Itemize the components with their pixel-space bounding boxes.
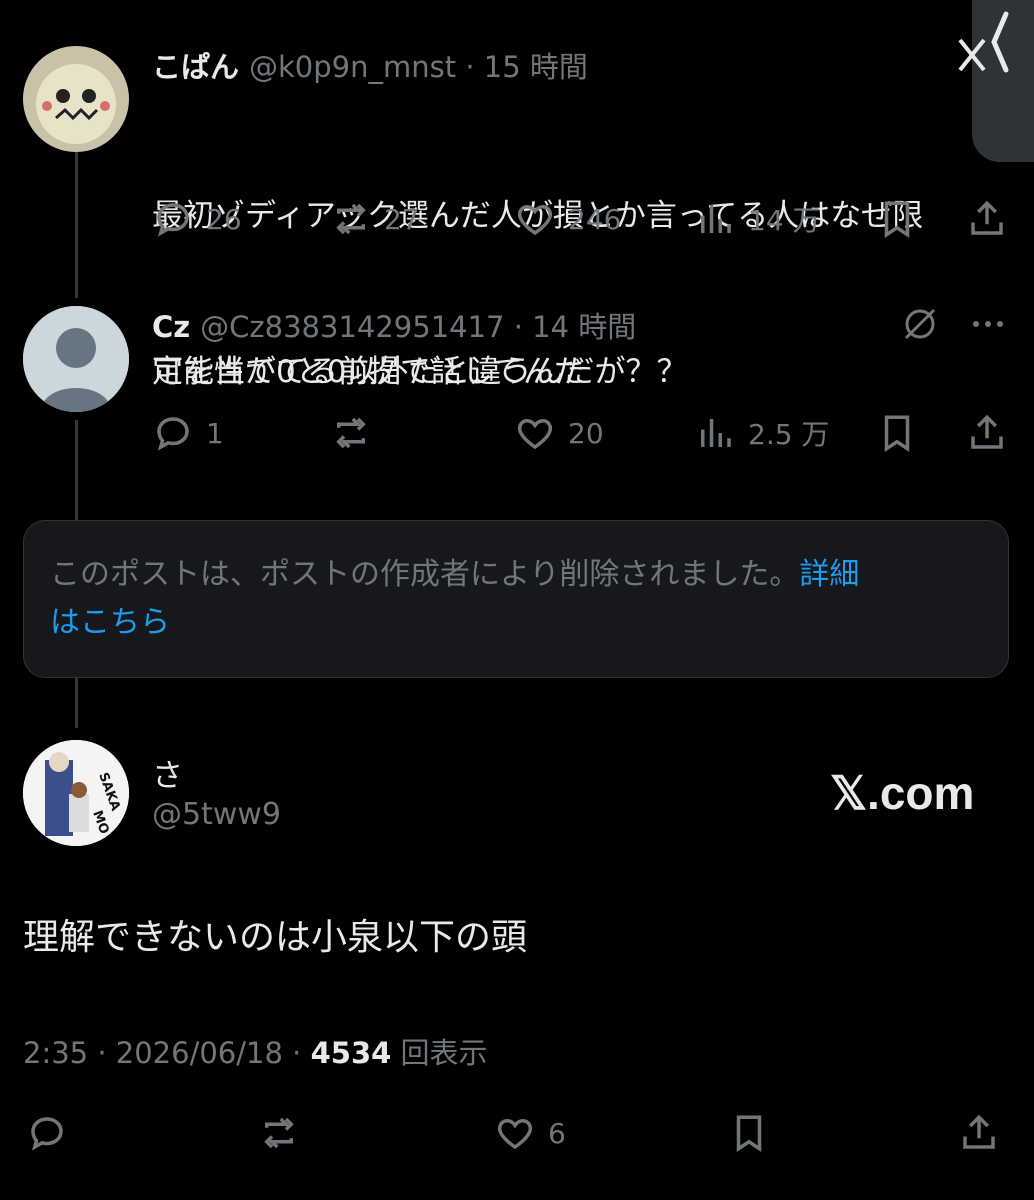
reply-icon bbox=[157, 203, 189, 237]
author-handle[interactable]: @k0p9n_mnst bbox=[249, 50, 456, 84]
thread-line bbox=[75, 150, 78, 298]
reply-button[interactable]: 26 bbox=[152, 198, 242, 240]
bookmark-icon bbox=[736, 1115, 762, 1153]
avatar[interactable] bbox=[23, 306, 129, 412]
like-count: 246 bbox=[568, 202, 622, 236]
like-count: 6 bbox=[548, 1116, 566, 1150]
learn-more-link[interactable]: 詳細 bbox=[799, 557, 859, 592]
share-button[interactable] bbox=[966, 412, 1008, 454]
post-text: 可能性が0と0以外だと違うんだが？？ bbox=[152, 354, 688, 390]
post-header: こぱん @k0p9n_mnst · 15 時間 bbox=[152, 50, 588, 84]
thread-line bbox=[75, 678, 78, 728]
share-icon bbox=[963, 1114, 995, 1149]
deleted-post-notice: このポストは、ポストの作成者により削除されました。詳細はこちら bbox=[23, 520, 1009, 678]
heart-icon bbox=[517, 418, 553, 450]
views-button[interactable]: 14 万 bbox=[694, 198, 821, 240]
bookmark-icon bbox=[884, 415, 910, 453]
bookmark-button[interactable] bbox=[876, 412, 918, 454]
views-count: 14 万 bbox=[748, 204, 821, 237]
views-button[interactable]: 2.5 万 bbox=[694, 412, 829, 454]
repost-button[interactable] bbox=[258, 1112, 300, 1154]
post-date: 2026/06/18 bbox=[115, 1036, 283, 1070]
x-com-badge: 𝕏.com bbox=[830, 767, 975, 819]
post-time: 2:35 bbox=[23, 1036, 89, 1070]
repost-button[interactable] bbox=[330, 412, 372, 454]
views-count: 2.5 万 bbox=[748, 418, 830, 451]
thread-screen: こぱん @k0p9n_mnst · 15 時間 最初ゾディアック選んだ人が損とか言… bbox=[0, 0, 1034, 1200]
views-icon bbox=[701, 419, 731, 447]
author-name[interactable]: Cz bbox=[152, 310, 190, 344]
post-header: Cz @Cz8383142951417 · 14 時間 bbox=[152, 310, 637, 344]
learn-more-link[interactable]: はこちら bbox=[50, 605, 170, 640]
post-time: 15 時間 bbox=[483, 50, 588, 84]
reply-count: 26 bbox=[206, 202, 242, 236]
author-handle[interactable]: @Cz8383142951417 bbox=[200, 310, 504, 344]
author-handle[interactable]: @5tww9 bbox=[152, 797, 281, 832]
reply-count: 1 bbox=[206, 416, 224, 450]
views-label: 回表示 bbox=[400, 1036, 488, 1070]
thread-line bbox=[75, 420, 78, 520]
more-options-icon[interactable] bbox=[968, 314, 1008, 334]
default-avatar-icon bbox=[23, 306, 129, 412]
author-name[interactable]: さ bbox=[152, 750, 183, 795]
bookmark-icon bbox=[884, 201, 910, 239]
share-button[interactable] bbox=[966, 198, 1008, 240]
views-icon bbox=[701, 205, 731, 233]
reply-icon bbox=[31, 1117, 63, 1151]
heart-icon bbox=[517, 204, 553, 236]
post-text: 理解できないのは小泉以下の頭 bbox=[23, 917, 528, 958]
share-icon bbox=[971, 200, 1003, 235]
heart-icon bbox=[497, 1118, 533, 1150]
back-panel[interactable] bbox=[972, 0, 1034, 162]
repost-icon bbox=[336, 417, 366, 449]
reply-button[interactable] bbox=[26, 1112, 68, 1154]
share-icon bbox=[971, 414, 1003, 449]
avatar[interactable]: SAKA MO bbox=[23, 740, 129, 846]
like-button[interactable]: 20 bbox=[514, 412, 604, 454]
repost-icon bbox=[336, 203, 366, 235]
share-button[interactable] bbox=[958, 1112, 1000, 1154]
reply-button[interactable]: 1 bbox=[152, 412, 224, 454]
bookmark-button[interactable] bbox=[728, 1112, 770, 1154]
repost-icon bbox=[264, 1117, 294, 1149]
reply-icon bbox=[157, 417, 189, 451]
author-name[interactable]: こぱん bbox=[152, 50, 239, 84]
x-logo-icon bbox=[958, 38, 986, 72]
repost-count: 27 bbox=[384, 202, 420, 236]
post-time: 14 時間 bbox=[532, 310, 637, 344]
post-meta: 2:35 · 2026/06/18 · 4534 回表示 bbox=[23, 1036, 488, 1070]
bookmark-button[interactable] bbox=[876, 198, 918, 240]
avatar-image: SAKA MO bbox=[23, 740, 129, 846]
like-count: 20 bbox=[568, 416, 604, 450]
views-count: 4534 bbox=[310, 1036, 392, 1070]
deleted-notice-text: このポストは、ポストの作成者により削除されました。詳細はこちら bbox=[50, 551, 980, 647]
avatar[interactable] bbox=[23, 46, 129, 152]
deleted-message: このポストは、ポストの作成者により削除されました。 bbox=[50, 557, 800, 592]
grok-icon[interactable] bbox=[900, 304, 940, 344]
repost-button[interactable]: 27 bbox=[330, 198, 420, 240]
like-button[interactable]: 6 bbox=[494, 1112, 566, 1154]
like-button[interactable]: 246 bbox=[514, 198, 621, 240]
avatar-image bbox=[23, 46, 129, 152]
